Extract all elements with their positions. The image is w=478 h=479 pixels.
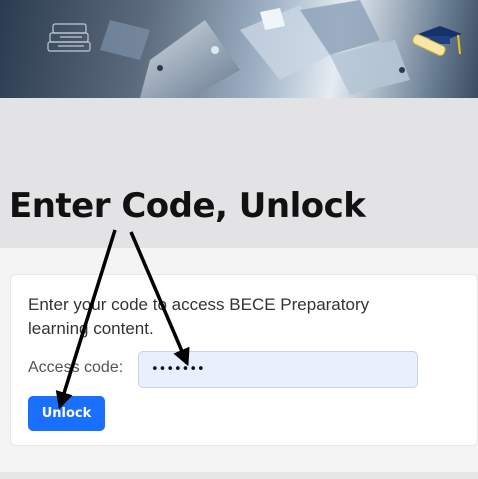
access-code-input[interactable] [138,351,418,388]
unlock-button[interactable]: Unlock [28,396,105,431]
banner-illustration [47,0,462,98]
header-banner [0,0,478,98]
crystal-shards [100,0,410,98]
access-prompt: Enter your code to access BECE Preparato… [28,295,370,338]
bottom-strip [0,472,478,479]
books-icon [47,23,91,52]
annotation-title: Enter Code, Unlock [9,186,366,226]
access-code-label: Access code: [28,359,124,376]
access-code-card: Enter your code to access BECE Preparato… [10,274,478,446]
